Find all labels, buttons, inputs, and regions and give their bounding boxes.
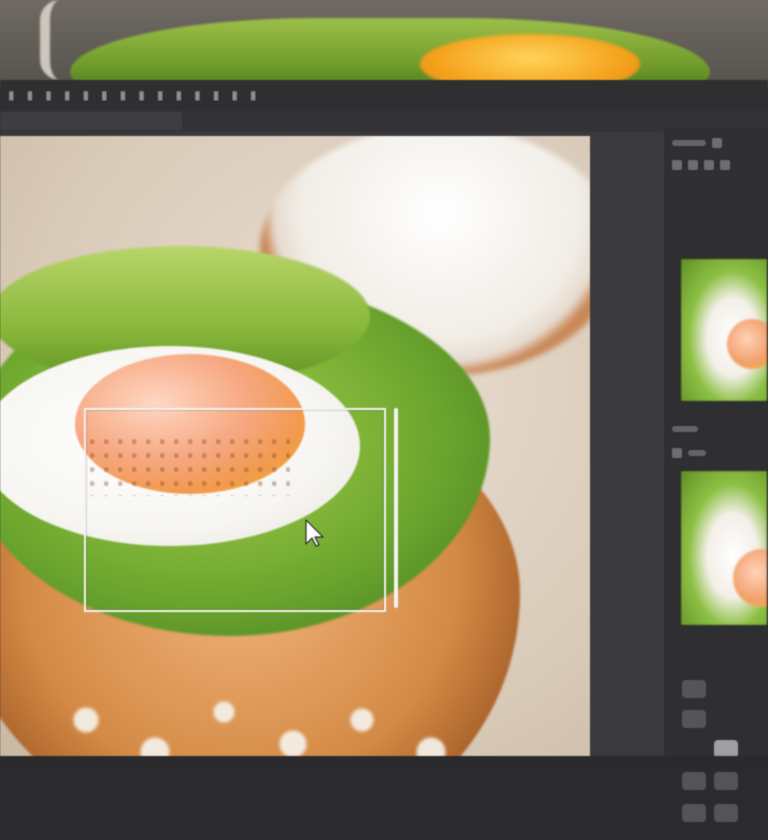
thumbnail-preview[interactable] bbox=[680, 470, 768, 626]
tool-button[interactable] bbox=[682, 710, 706, 728]
panel-title-placeholder bbox=[672, 140, 706, 146]
thumbnail-preview[interactable] bbox=[680, 258, 768, 402]
selection-handle[interactable] bbox=[394, 408, 398, 608]
panel-toolbar-icon[interactable] bbox=[704, 160, 714, 170]
document-tab[interactable] bbox=[0, 112, 182, 130]
menu-item[interactable]: ▮ bbox=[157, 88, 164, 102]
thumbnail-yolk bbox=[733, 549, 767, 607]
tool-button[interactable] bbox=[682, 804, 706, 822]
menu-item[interactable]: ▮ bbox=[250, 88, 257, 102]
menu-item[interactable]: ▮ bbox=[8, 88, 15, 102]
document-canvas[interactable] bbox=[0, 136, 590, 756]
image-editor-window: ▮ ▮ ▮ ▮ ▮ ▮ ▮ ▮ ▮ ▮ ▮ ▮ ▮ ▮ bbox=[0, 80, 768, 822]
tool-button[interactable] bbox=[682, 772, 706, 790]
panel-toolbar-icon[interactable] bbox=[672, 160, 682, 170]
background-photo bbox=[0, 0, 768, 90]
tool-palette bbox=[672, 670, 768, 840]
panel-header-row bbox=[672, 136, 768, 150]
tool-button[interactable] bbox=[714, 772, 738, 790]
canvas-gutter bbox=[590, 136, 664, 756]
menu-item[interactable]: ▮ bbox=[27, 88, 34, 102]
menu-item[interactable]: ▮ bbox=[194, 88, 201, 102]
status-bar bbox=[0, 756, 768, 768]
panel-subtoolbar-row bbox=[672, 446, 768, 460]
panel-subtoolbar-icon[interactable] bbox=[672, 448, 682, 458]
panel-toolbar-icon[interactable] bbox=[688, 160, 698, 170]
panel-subtoolbar-placeholder bbox=[688, 450, 706, 456]
thumbnail-yolk bbox=[727, 319, 767, 369]
panel-toolbar-icon[interactable] bbox=[720, 160, 730, 170]
menu-bar: ▮ ▮ ▮ ▮ ▮ ▮ ▮ ▮ ▮ ▮ ▮ ▮ ▮ ▮ bbox=[0, 80, 768, 110]
menu-item[interactable]: ▮ bbox=[64, 88, 71, 102]
tool-button[interactable] bbox=[714, 804, 738, 822]
menu-item[interactable]: ▮ bbox=[45, 88, 52, 102]
options-bar bbox=[0, 110, 768, 132]
menu-item[interactable]: ▮ bbox=[175, 88, 182, 102]
tool-button[interactable] bbox=[682, 680, 706, 698]
arrow-cursor-icon bbox=[304, 518, 324, 548]
menu-item[interactable]: ▮ bbox=[138, 88, 145, 102]
menu-item[interactable]: ▮ bbox=[231, 88, 238, 102]
crumb-texture bbox=[40, 656, 500, 756]
panel-toolbar-row bbox=[672, 158, 768, 172]
menu-item[interactable]: ▮ bbox=[213, 88, 220, 102]
menu-item[interactable]: ▮ bbox=[120, 88, 127, 102]
panel-subheader-placeholder bbox=[672, 426, 698, 432]
panel-control-icon[interactable] bbox=[712, 138, 722, 148]
menu-item[interactable]: ▮ bbox=[82, 88, 89, 102]
selection-marquee[interactable] bbox=[84, 408, 386, 612]
menu-item[interactable]: ▮ bbox=[101, 88, 108, 102]
panel-subheader-row bbox=[672, 422, 768, 436]
